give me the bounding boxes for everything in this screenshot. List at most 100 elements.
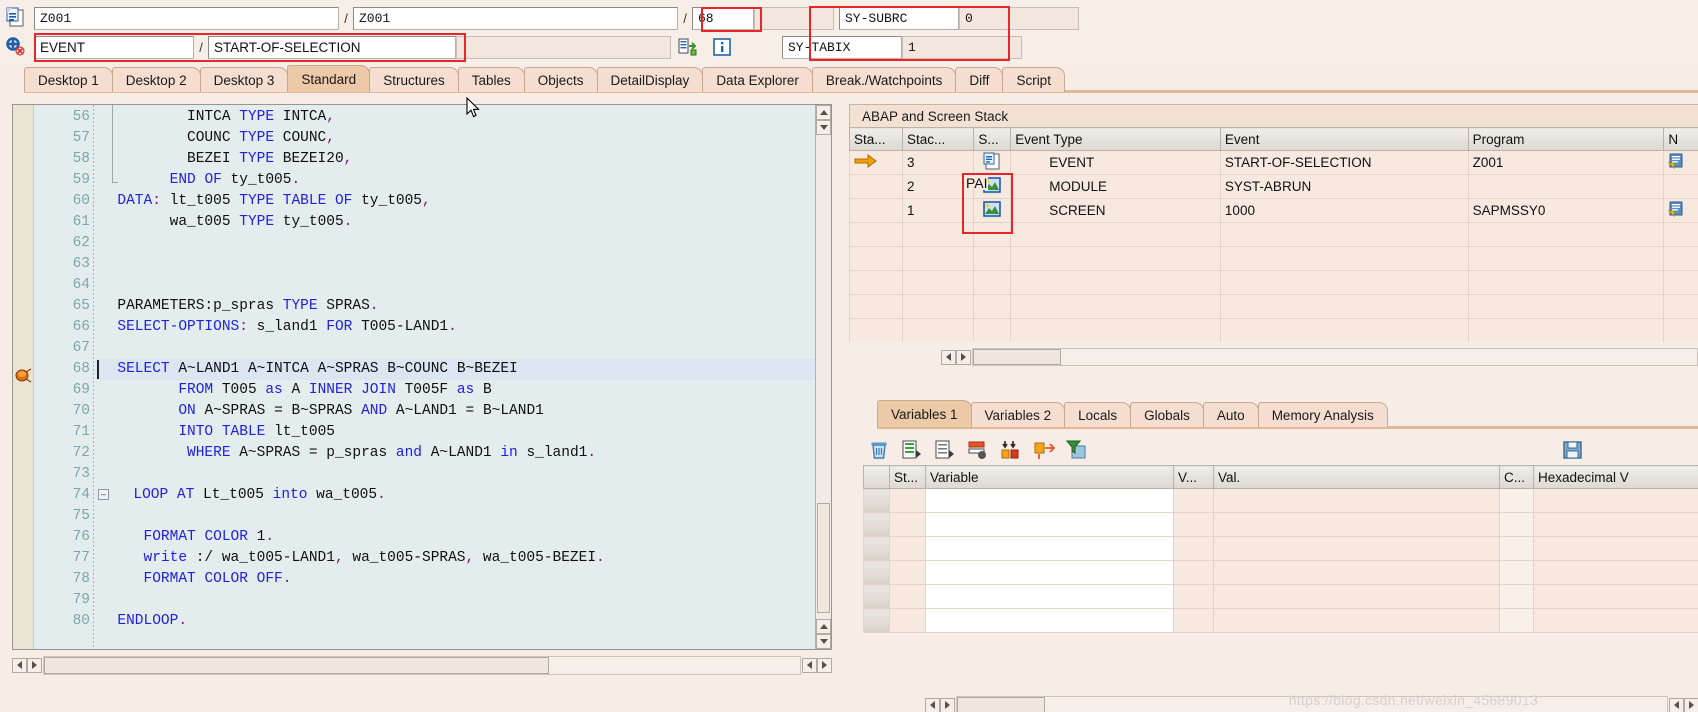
event-name-field[interactable]: START-OF-SELECTION (208, 35, 456, 59)
code-line[interactable]: ON A~SPRAS = B~SPRAS AND A~LAND1 = B~LAN… (96, 401, 831, 422)
line-number-field[interactable]: 68 (692, 6, 754, 30)
variables-name-cell[interactable] (925, 608, 1174, 633)
delete-trash-icon[interactable] (867, 438, 891, 462)
stack-table-row[interactable] (849, 270, 1698, 295)
code-line[interactable] (96, 338, 831, 359)
event-type-field[interactable]: EVENT (34, 35, 194, 59)
variables-table-row[interactable] (863, 488, 1698, 513)
code-line[interactable]: SELECT-OPTIONS: s_land1 FOR T005-LAND1. (96, 317, 831, 338)
variables-grid-wrapper[interactable]: St... Variable V... Val. C... Hexadecimal V (863, 465, 1698, 695)
variables-v-cell[interactable] (1173, 560, 1214, 585)
hscroll-left-button-2[interactable] (802, 657, 817, 673)
variables-value-cell[interactable] (1213, 488, 1500, 513)
variables-hex-cell[interactable] (1533, 584, 1698, 609)
stack-table-row[interactable] (849, 246, 1698, 271)
variables-c-cell[interactable] (1499, 560, 1534, 585)
sort-values-icon[interactable] (999, 438, 1023, 462)
variables-row-selector[interactable] (863, 536, 890, 561)
variables-status-cell[interactable] (889, 584, 926, 609)
stack-navigate-cell[interactable] (1663, 270, 1698, 295)
program-attributes-icon[interactable] (3, 6, 29, 30)
vars-hscroll-left[interactable] (925, 697, 940, 712)
code-line[interactable] (96, 254, 831, 275)
hscroll-left-button[interactable] (12, 657, 27, 673)
variables-hex-cell[interactable] (1533, 536, 1698, 561)
variables-c-cell[interactable] (1499, 536, 1534, 561)
stack-hscroll-thumb[interactable] (973, 349, 1061, 365)
variables-column-header[interactable]: Val. (1213, 465, 1500, 489)
code-line[interactable]: WHERE A~SPRAS = p_spras and A~LAND1 in s… (96, 443, 831, 464)
variables-name-cell[interactable] (925, 584, 1174, 609)
code-line[interactable]: COUNC TYPE COUNC, (96, 128, 831, 149)
variables-row-selector[interactable] (863, 488, 890, 513)
variables-c-cell[interactable] (1499, 608, 1534, 633)
tab-data-explorer[interactable]: Data Explorer (702, 67, 813, 92)
editor-horizontal-scrollbar[interactable] (12, 654, 832, 676)
variables-table-row[interactable] (863, 560, 1698, 585)
variables-status-cell[interactable] (889, 488, 926, 513)
variables-hex-cell[interactable] (1533, 608, 1698, 633)
breakpoint-gutter[interactable] (13, 105, 34, 649)
variables-c-cell[interactable] (1499, 584, 1534, 609)
vertical-scroll-thumb[interactable] (817, 503, 830, 613)
filter-icon[interactable] (1065, 438, 1089, 462)
stack-column-header[interactable]: Stac... (901, 127, 975, 151)
tab-break-watchpoints[interactable]: Break./Watchpoints (811, 67, 957, 92)
stack-column-header[interactable]: Program (1467, 127, 1665, 151)
variables-c-cell[interactable] (1499, 488, 1534, 513)
variables-status-cell[interactable] (889, 560, 926, 585)
stack-hscroll-right[interactable] (956, 349, 971, 365)
tab-detaildisplay[interactable]: DetailDisplay (596, 67, 704, 92)
stack-navigate-cell[interactable] (1663, 150, 1698, 175)
event-gear-icon[interactable] (3, 35, 29, 59)
stack-navigate-cell[interactable] (1663, 222, 1698, 247)
save-variant-icon[interactable] (1561, 438, 1585, 462)
variables-value-cell[interactable] (1213, 512, 1500, 537)
variables-name-cell[interactable] (925, 488, 1174, 513)
stack-navigate-cell[interactable] (1663, 174, 1698, 199)
variables-c-cell[interactable] (1499, 512, 1534, 537)
scroll-up-button-bottom[interactable] (816, 619, 831, 634)
variables-column-header[interactable] (863, 465, 890, 489)
vars-tab-memory-analysis[interactable]: Memory Analysis (1257, 402, 1388, 427)
variables-table-row[interactable] (863, 512, 1698, 537)
tab-desktop-3[interactable]: Desktop 3 (199, 67, 289, 92)
variables-hex-cell[interactable] (1533, 512, 1698, 537)
stack-table[interactable]: Sta... Stac... S... Event Type Event Program N… (849, 127, 1698, 342)
vars-hscroll-right-2[interactable] (1684, 697, 1698, 712)
variables-value-cell[interactable] (1213, 560, 1500, 585)
stack-navigate-cell[interactable] (1663, 246, 1698, 271)
code-line[interactable]: LOOP AT Lt_t005 into wa_t005. – (96, 485, 831, 506)
stack-table-row[interactable] (849, 294, 1698, 319)
stack-column-header[interactable]: N (1663, 127, 1698, 151)
variables-column-header[interactable]: C... (1499, 465, 1534, 489)
editor-vertical-scrollbar[interactable] (815, 105, 831, 649)
variables-column-header[interactable]: Variable (925, 465, 1174, 489)
vars-hscroll-right[interactable] (940, 697, 955, 712)
hscroll-right-button[interactable] (27, 657, 42, 673)
tab-objects[interactable]: Objects (523, 67, 598, 92)
stack-navigate-cell[interactable] (1663, 294, 1698, 319)
code-text-area[interactable]: INTCA TYPE INTCA, COUNC TYPE COUNC, BEZE… (96, 105, 831, 649)
call-stack-icon[interactable] (675, 35, 701, 59)
source-code-editor[interactable]: 56 57 58 59 60 61 62 63 64 65 66 67 68 69 70 71 72 73 74 75… (12, 104, 832, 650)
stack-horizontal-scrollbar[interactable] (849, 347, 1698, 367)
code-line[interactable]: SELECT A~LAND1 A~INTCA A~SPRAS B~COUNC B… (96, 359, 831, 380)
variables-value-cell[interactable] (1213, 536, 1500, 561)
vars-tab-variables-1[interactable]: Variables 1 (877, 400, 972, 427)
stack-column-header[interactable]: Event Type (1010, 127, 1221, 151)
stack-column-header[interactable]: S... (973, 127, 1012, 151)
variables-column-header[interactable]: V... (1173, 465, 1214, 489)
main-program-field[interactable]: Z001 (34, 6, 339, 30)
code-fold-toggle[interactable]: – (98, 489, 109, 500)
variables-status-cell[interactable] (889, 608, 926, 633)
variables-table-body[interactable] (863, 488, 1698, 633)
variables-table-row[interactable] (863, 536, 1698, 561)
variables-value-cell[interactable] (1213, 584, 1500, 609)
tab-structures[interactable]: Structures (369, 67, 459, 92)
code-line[interactable]: BEZEI TYPE BEZEI20, (96, 149, 831, 170)
stack-hscroll-left[interactable] (941, 349, 956, 365)
code-line[interactable]: wa_t005 TYPE ty_t005. (96, 212, 831, 233)
code-line[interactable]: write :/ wa_t005-LAND1, wa_t005-SPRAS, w… (96, 548, 831, 569)
vars-tab-variables-2[interactable]: Variables 2 (970, 402, 1066, 427)
